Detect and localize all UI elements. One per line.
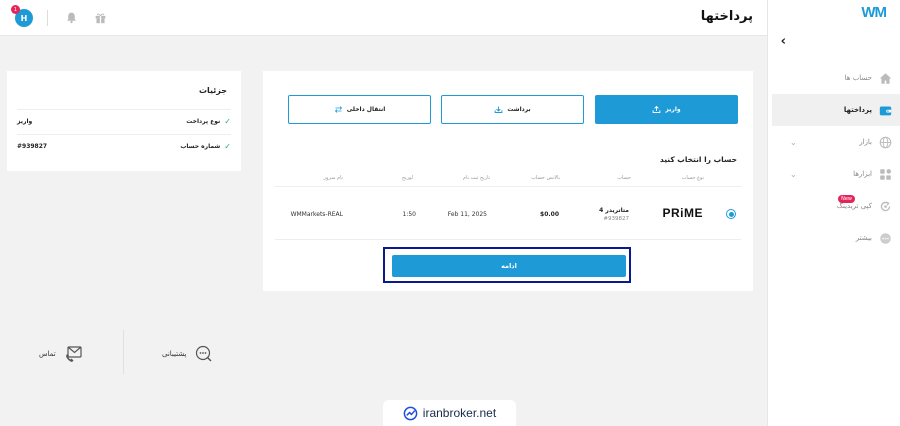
details-row-payment-type: ✓ نوع پرداخت واریز — [17, 109, 231, 133]
watermark-text: iranbroker.net — [422, 406, 497, 420]
tab-label: برداشت — [507, 106, 531, 113]
check-icon: ✓ — [224, 117, 231, 126]
tab-internal-transfer[interactable]: انتقال داخلی — [288, 95, 431, 124]
column-header: لوریج — [401, 175, 413, 181]
tab-label: انتقال داخلی — [346, 106, 386, 113]
details-value: واریز — [17, 118, 33, 125]
account-number: #939827 — [603, 216, 629, 222]
sidebar-item-payments[interactable]: پرداختها — [772, 94, 900, 126]
column-header: تاریخ ثبت نام — [463, 175, 490, 181]
mail-phone-icon — [65, 346, 82, 362]
continue-highlight: ادامه — [383, 247, 631, 283]
globe-icon — [878, 135, 892, 149]
bell-icon[interactable] — [65, 11, 78, 24]
avatar-initial: H — [20, 13, 28, 23]
tab-label: واریز — [665, 106, 681, 113]
chat-support-icon — [196, 345, 212, 362]
sidebar-item-label: ابزارها — [853, 170, 872, 178]
top-bar: H 1 پرداختها — [0, 0, 767, 36]
sidebar-item-label: پرداختها — [843, 106, 872, 114]
details-value: #939827 — [17, 143, 48, 150]
table-divider — [275, 186, 741, 187]
tab-withdraw[interactable]: برداشت — [441, 95, 584, 124]
page-title: پرداختها — [700, 9, 753, 24]
sidebar-item-more[interactable]: بیشتر — [768, 222, 900, 254]
sidebar-item-market[interactable]: بازار ⌄ — [768, 126, 900, 158]
details-title: جزئیات — [198, 86, 227, 95]
sidebar-item-accounts[interactable]: حساب ها — [768, 62, 900, 94]
account-balance: $0.00 — [540, 211, 559, 218]
topbar-divider — [47, 10, 48, 26]
account-name: متاتریدر 4 — [599, 207, 629, 214]
column-header: حساب — [617, 175, 631, 181]
contact-label: تماس — [39, 350, 56, 358]
grid-icon — [878, 167, 892, 181]
chevron-down-icon[interactable]: ⌄ — [790, 170, 797, 179]
details-row-account-number: ✓ شماره حساب #939827 — [17, 134, 231, 158]
server-name: WMMarkets-REAL — [290, 211, 343, 218]
more-icon — [878, 231, 892, 245]
account-radio-selected[interactable] — [726, 209, 736, 219]
section-title: حساب را انتخاب کنید — [659, 155, 737, 164]
sidebar-item-label: بیشتر — [855, 234, 872, 242]
footer-divider — [123, 330, 124, 374]
chevron-down-icon[interactable]: ⌄ — [790, 138, 797, 147]
account-type-logo: PRiME — [662, 206, 703, 220]
details-label: نوع پرداخت — [186, 118, 221, 125]
home-icon — [878, 71, 892, 85]
notification-count: 1 — [13, 6, 18, 13]
watermark: iranbroker.net — [383, 400, 516, 426]
check-icon: ✓ — [224, 142, 231, 151]
sidebar-collapse-icon[interactable]: ‹ — [781, 34, 786, 49]
support-link[interactable]: پشتیبانی — [162, 344, 214, 364]
column-header: نام سرور — [323, 175, 343, 181]
payment-card: واریز برداشت انتقال داخلی حساب را انتخاب… — [263, 71, 753, 291]
sidebar-item-label: حساب ها — [844, 74, 872, 82]
sidebar-item-label: بازار — [859, 138, 872, 146]
continue-button[interactable]: ادامه — [392, 255, 626, 277]
notification-count-badge: 1 — [11, 5, 20, 14]
sidebar-nav: حساب ها پرداختها بازار ⌄ ابزارها ⌄ کپی ت… — [768, 62, 900, 254]
sidebar-item-label: کپی تریدینگ — [836, 202, 872, 210]
new-badge: New — [838, 195, 855, 203]
gift-icon[interactable] — [94, 11, 107, 24]
copy-trading-icon — [878, 199, 892, 213]
support-label: پشتیبانی — [162, 350, 187, 358]
contact-link[interactable]: تماس — [39, 344, 84, 364]
column-header: بالانس حساب — [531, 175, 560, 181]
details-label: شماره حساب — [180, 143, 221, 150]
chart-logo-icon — [403, 406, 418, 420]
leverage: 1:50 — [402, 211, 416, 218]
details-panel: جزئیات ✓ نوع پرداخت واریز ✓ شماره حساب #… — [7, 71, 241, 171]
wallet-icon — [878, 103, 892, 117]
brand-logo[interactable]: WM — [861, 4, 887, 21]
registration-date: Feb 11, 2025 — [447, 211, 487, 218]
transfer-icon — [334, 106, 342, 113]
sidebar-item-tools[interactable]: ابزارها ⌄ — [768, 158, 900, 190]
column-header: نوع حساب — [681, 175, 704, 181]
table-divider — [275, 239, 741, 240]
upload-icon — [653, 105, 661, 113]
sidebar: WM ‹ حساب ها پرداختها بازار ⌄ ابزارها ⌄ … — [767, 0, 900, 426]
sidebar-item-copy-trading[interactable]: کپی تریدینگ New — [768, 190, 900, 222]
tab-deposit[interactable]: واریز — [595, 95, 738, 124]
download-icon — [494, 106, 503, 113]
